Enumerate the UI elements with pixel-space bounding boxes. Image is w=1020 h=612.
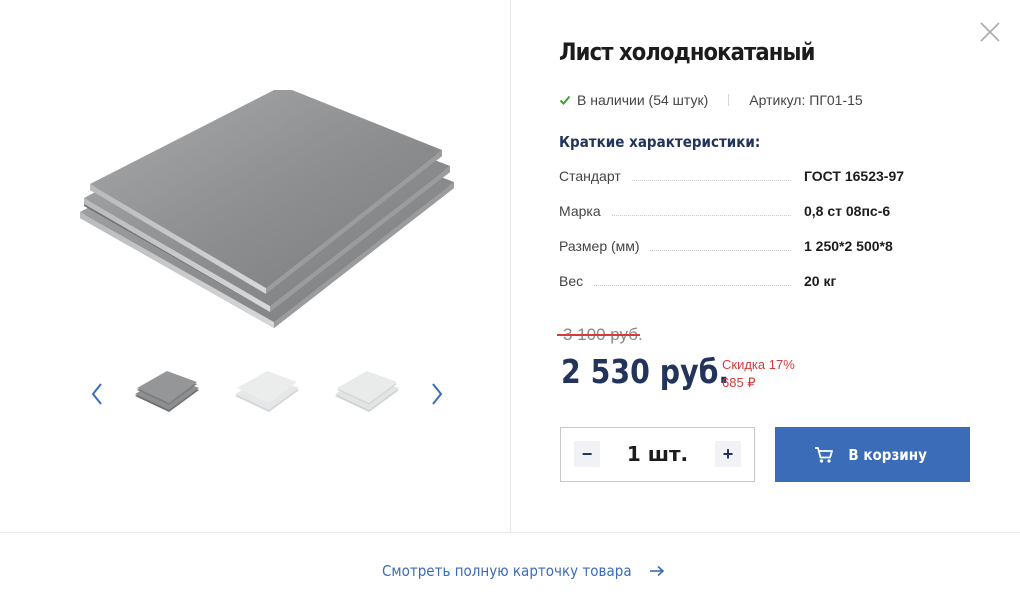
spec-value: ГОСТ 16523-97 [804,168,905,184]
availability-status: В наличии (54 штук) [577,92,709,108]
modal-footer: Смотреть полную карточку товара [0,532,1020,612]
spec-leader [559,285,791,286]
quantity-stepper: − 1 шт. + [560,427,755,482]
gallery-thumbnail[interactable] [333,370,401,418]
quantity-increase-button[interactable]: + [715,441,741,467]
product-gallery [0,0,511,532]
spec-row: Марка 0,8 ст 08пс-6 [559,203,959,223]
gallery-thumbnail[interactable] [133,370,201,418]
quantity-value[interactable]: 1 шт. [611,442,704,466]
spec-label: Вес [559,273,594,289]
spec-row: Размер (мм) 1 250*2 500*8 [559,238,959,258]
specs-heading: Краткие характеристики: [559,133,761,151]
current-price: 2 530 руб. [561,352,730,391]
full-product-card-label: Смотреть полную карточку товара [382,562,632,580]
old-price-strikethrough [557,334,640,336]
gallery-next-button[interactable] [425,380,449,408]
spec-row: Вес 20 кг [559,273,959,293]
arrow-right-icon [649,565,665,577]
chevron-left-icon [91,383,102,405]
add-to-cart-label: В корзину [848,445,927,464]
product-main-image [70,90,470,335]
discount-percent: Скидка 17% [722,357,795,372]
cart-icon [814,446,834,464]
product-quick-view-modal: Лист холоднокатаный В наличии (54 штук) … [0,0,1020,612]
product-sku: Артикул: ПГ01-15 [749,92,863,108]
spec-label: Стандарт [559,168,631,184]
meta-divider [728,94,730,106]
spec-value: 20 кг [804,273,837,289]
quantity-decrease-button[interactable]: − [574,441,600,467]
spec-label: Марка [559,203,611,219]
close-icon [980,22,1000,42]
close-button[interactable] [976,18,1004,46]
full-product-card-link[interactable]: Смотреть полную карточку товара [382,562,665,580]
spec-row: Стандарт ГОСТ 16523-97 [559,168,959,188]
discount-info: Скидка 17% 685 ₽ [722,356,795,392]
discount-amount: 685 ₽ [722,375,756,390]
add-to-cart-button[interactable]: В корзину [775,427,970,482]
spec-label: Размер (мм) [559,238,650,254]
gallery-thumbnail[interactable] [233,370,301,418]
chevron-right-icon [432,383,443,405]
gallery-prev-button[interactable] [85,380,109,408]
product-title: Лист холоднокатаный [559,38,815,66]
spec-value: 1 250*2 500*8 [804,238,893,254]
product-meta: В наличии (54 штук) Артикул: ПГ01-15 [559,92,863,108]
spec-value: 0,8 ст 08пс-6 [804,203,891,219]
check-icon [559,94,571,106]
